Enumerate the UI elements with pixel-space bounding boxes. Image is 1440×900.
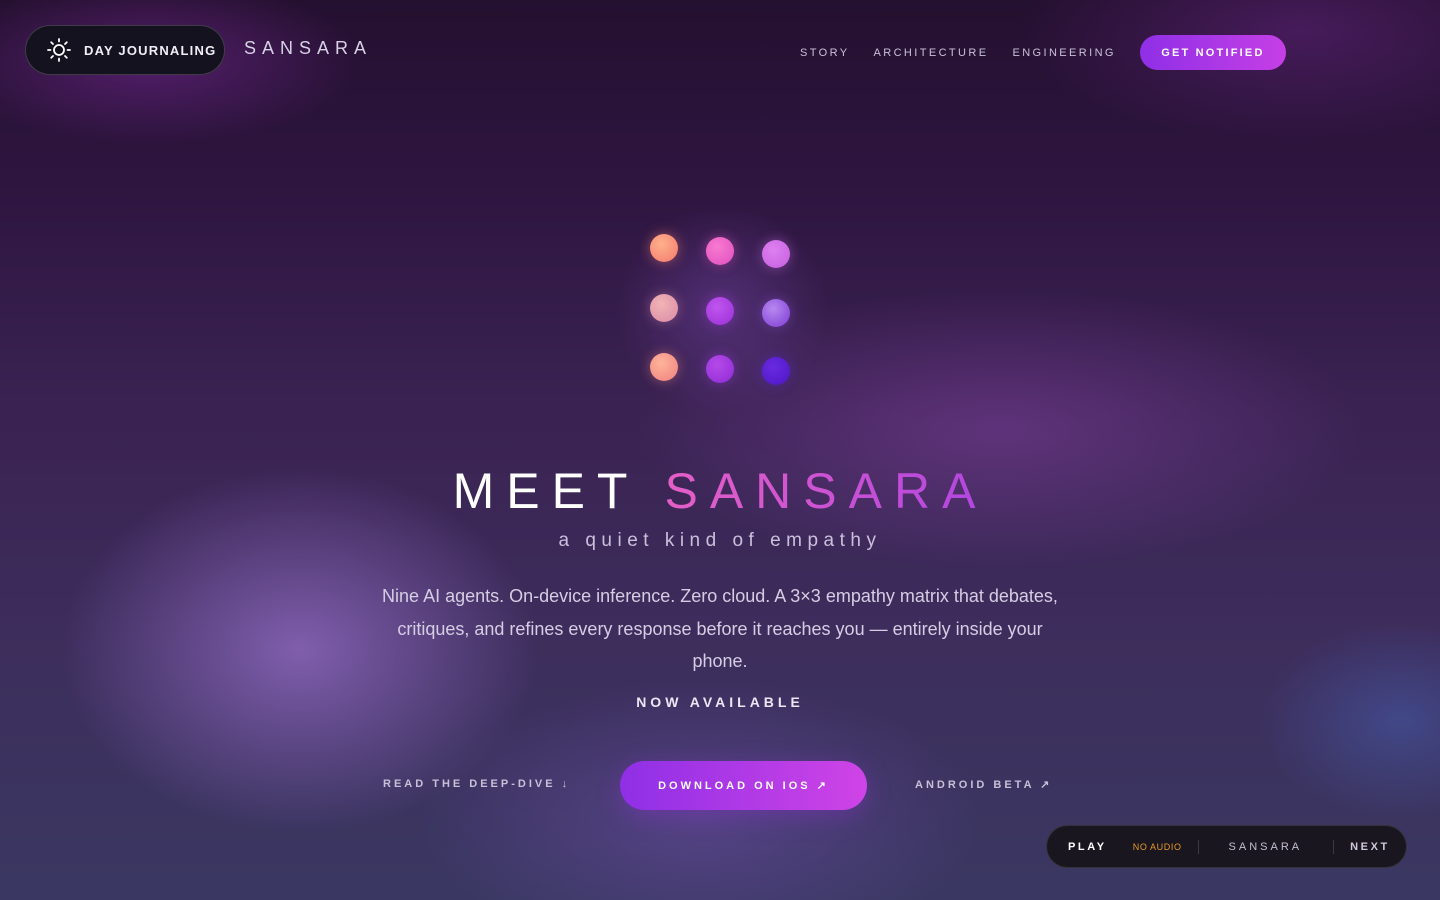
hero-title: MEET SANSARA xyxy=(0,462,1440,520)
matrix-dot xyxy=(650,234,678,262)
play-button[interactable]: PLAY xyxy=(1068,841,1107,853)
matrix-dot xyxy=(706,237,734,265)
matrix-dot xyxy=(650,353,678,381)
matrix-dot xyxy=(706,355,734,383)
matrix-dot xyxy=(762,357,790,385)
matrix-dot xyxy=(762,299,790,327)
player-divider xyxy=(1333,839,1335,854)
audio-player: PLAY NO AUDIO SANSARA NEXT xyxy=(1046,825,1407,868)
matrix-dot xyxy=(706,297,734,325)
player-divider xyxy=(1197,839,1199,854)
matrix-dot xyxy=(762,240,790,268)
sun-icon xyxy=(47,38,71,62)
brand-logo[interactable]: SANSARA xyxy=(244,38,372,59)
nav-architecture[interactable]: ARCHITECTURE xyxy=(874,47,989,59)
get-notified-button[interactable]: GET NOTIFIED xyxy=(1139,35,1286,70)
audio-status: NO AUDIO xyxy=(1132,841,1182,852)
day-journaling-toggle[interactable]: DAY JOURNALING xyxy=(25,25,225,75)
hero-title-prefix: MEET xyxy=(452,463,639,519)
matrix-dot xyxy=(650,294,678,322)
nav-story[interactable]: STORY xyxy=(800,47,850,59)
download-ios-button[interactable]: DOWNLOAD ON IOS ↗ xyxy=(620,761,867,810)
availability-label: NOW AVAILABLE xyxy=(636,694,804,710)
hero-title-highlight: SANSARA xyxy=(664,463,988,519)
hero-description: Nine AI agents. On-device inference. Zer… xyxy=(382,586,1058,671)
day-journaling-label: DAY JOURNALING xyxy=(84,42,217,58)
track-title: SANSARA xyxy=(1228,840,1303,853)
android-beta-link[interactable]: ANDROID BETA ↗ xyxy=(915,778,1052,791)
read-deep-dive-link[interactable]: READ THE DEEP-DIVE ↓ xyxy=(383,778,570,790)
nav-engineering[interactable]: ENGINEERING xyxy=(1012,47,1115,59)
main-nav: STORY ARCHITECTURE ENGINEERING GET NOTIF… xyxy=(800,35,1286,70)
next-button[interactable]: NEXT xyxy=(1350,841,1390,853)
hero-tagline: a quiet kind of empathy xyxy=(558,530,882,551)
